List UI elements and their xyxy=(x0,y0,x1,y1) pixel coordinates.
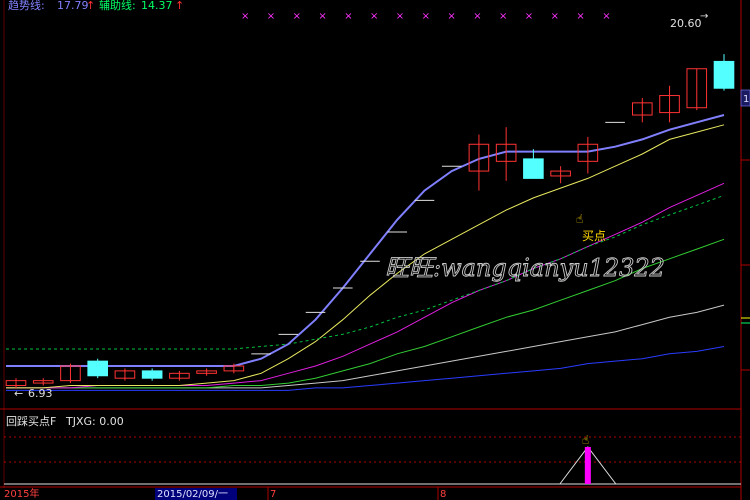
candlestick xyxy=(550,166,571,184)
indicator-signal: ☝ xyxy=(559,433,617,485)
signal-x-marker: × xyxy=(370,11,378,22)
candle-body xyxy=(141,370,163,379)
signal-x-marker: × xyxy=(293,11,301,22)
signal-x-marker: × xyxy=(602,11,610,22)
candlestick xyxy=(141,368,163,381)
buy-point-hand-icon: ☝ xyxy=(576,212,583,226)
candlestick xyxy=(114,368,136,381)
aux-label: 辅助线: xyxy=(99,0,136,12)
signal-x-marker: × xyxy=(344,11,352,22)
ma-line-magenta xyxy=(6,182,725,389)
signal-x-marker: × xyxy=(241,11,249,22)
candlestick xyxy=(632,97,653,123)
right-edge-marker: 1 xyxy=(743,94,749,105)
ma-line-blue xyxy=(6,346,725,391)
buy-point-label: 买点 xyxy=(582,229,606,243)
date-month-1: 7 xyxy=(270,489,276,500)
signal-x-marker: × xyxy=(447,11,455,22)
date-month-2: 8 xyxy=(440,489,446,500)
candlestick xyxy=(686,68,708,111)
candlestick xyxy=(196,368,217,376)
top-legend: 趋势线: 17.79 ↑ 辅助线: 14.37 ↑ xyxy=(8,0,184,12)
signal-x-marker: × xyxy=(525,11,533,22)
candlestick xyxy=(523,149,544,179)
aux-value: 14.37 xyxy=(141,0,173,12)
high-price-label: 20.60 xyxy=(670,17,702,30)
candle-body xyxy=(523,158,544,179)
trend-label: 趋势线: xyxy=(8,0,45,12)
candle-body xyxy=(713,60,735,89)
cursor-date: 2015/02/09/一 xyxy=(157,489,228,500)
candlestick xyxy=(713,54,735,91)
signal-x-marker: × xyxy=(499,11,507,22)
candlestick xyxy=(87,358,108,379)
candlestick xyxy=(60,363,81,384)
stock-chart-window: 趋势线: 17.79 ↑ 辅助线: 14.37 ↑ × × × × × × × × × × × × × ×… xyxy=(0,0,750,500)
signal-x-marker: × xyxy=(396,11,404,22)
indicator-title: 回踩买点F xyxy=(6,415,56,428)
indicator-panel[interactable]: 回踩买点F TJXG: 0.00 ☝ xyxy=(4,415,741,485)
high-arrow-icon: → xyxy=(700,11,708,22)
trend-arrow: ↑ xyxy=(86,0,95,12)
signal-x-marker: × xyxy=(422,11,430,22)
indicator-hand-icon: ☝ xyxy=(582,433,589,447)
trend-value: 17.79 xyxy=(57,0,89,12)
indicator-value: TJXG: 0.00 xyxy=(65,415,124,428)
signal-x-marker: × xyxy=(318,11,326,22)
signal-x-marker: × xyxy=(473,11,481,22)
date-year: 2015年 xyxy=(4,487,39,500)
low-arrow-icon: ← xyxy=(14,387,23,400)
signal-x-marker: × xyxy=(267,11,275,22)
signal-x-marker: × xyxy=(551,11,559,22)
signal-x-marker: × xyxy=(576,11,584,22)
candlestick xyxy=(32,378,54,386)
price-chart[interactable] xyxy=(5,54,735,391)
candlestick xyxy=(577,136,599,174)
candle-body xyxy=(87,360,108,377)
candlestick xyxy=(169,370,190,381)
low-price-label: 6.93 xyxy=(28,387,53,400)
watermark: 旺旺:wangqianyu12322 xyxy=(385,254,665,282)
indicator-signal-bar xyxy=(584,447,591,484)
aux-arrow: ↑ xyxy=(175,0,184,12)
candlestick xyxy=(659,85,680,123)
date-axis: 2015年 2015/02/09/一 7 8 xyxy=(0,486,741,500)
signal-x-markers: × × × × × × × × × × × × × × × xyxy=(241,11,611,22)
